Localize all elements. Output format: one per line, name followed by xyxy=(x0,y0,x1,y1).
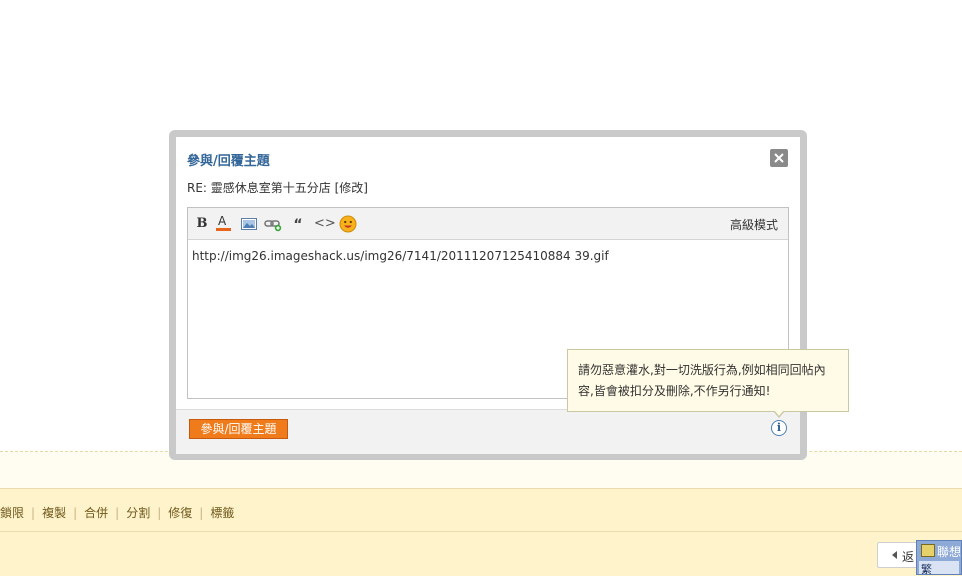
insert-image-button[interactable] xyxy=(240,215,258,233)
editor-toolbar: B A “ <> 高級模式 xyxy=(188,208,788,240)
quote-button[interactable]: “ xyxy=(289,215,307,233)
separator: | xyxy=(115,506,120,520)
separator: | xyxy=(157,506,162,520)
advanced-mode-link[interactable]: 高級模式 xyxy=(730,216,778,233)
ime-label: 聯想 xyxy=(937,545,962,559)
info-icon[interactable]: i xyxy=(771,420,787,436)
reply-subject: RE: 靈感休息室第十五分店 [修改] xyxy=(187,181,368,195)
tooltip-pointer-fill xyxy=(774,410,784,416)
separator: | xyxy=(199,506,204,520)
dialog-title: 參與/回覆主題 xyxy=(187,154,270,169)
mod-link-copy[interactable]: 複製 xyxy=(42,506,66,520)
submit-reply-button[interactable]: 參與/回覆主題 xyxy=(189,419,288,439)
arrow-left-icon xyxy=(892,551,897,559)
separator: | xyxy=(73,506,78,520)
posting-rules-tooltip: 請勿惡意灌水,對一切洗版行為,例如相同回帖內容,皆會被扣分及刪除,不作另行通知! xyxy=(567,349,849,412)
close-icon xyxy=(774,153,784,163)
ime-toolbar[interactable]: 聯想 繁 xyxy=(916,540,962,575)
mod-link-lock[interactable]: 鎖限 xyxy=(0,506,24,520)
ime-icon xyxy=(921,544,935,557)
mod-link-merge[interactable]: 合併 xyxy=(84,506,108,520)
link-icon xyxy=(264,220,282,232)
mod-link-tags[interactable]: 標籤 xyxy=(210,506,234,520)
smiley-button[interactable] xyxy=(339,215,357,233)
code-button[interactable]: <> xyxy=(314,215,336,233)
mod-link-repair[interactable]: 修復 xyxy=(168,506,192,520)
moderation-links: 鎖限 | 複製 | 合併 | 分割 | 修復 | 標籤 xyxy=(0,504,234,520)
mod-link-split[interactable]: 分割 xyxy=(126,506,150,520)
color-swatch xyxy=(216,228,231,231)
ime-mode[interactable]: 繁 xyxy=(919,561,959,574)
separator: | xyxy=(31,506,36,520)
font-color-button[interactable]: A xyxy=(215,214,233,233)
close-button[interactable] xyxy=(770,149,788,167)
bold-button[interactable]: B xyxy=(193,215,211,233)
image-icon xyxy=(241,218,257,230)
insert-link-button[interactable] xyxy=(264,215,282,233)
divider xyxy=(0,531,962,532)
back-button-label: 返 xyxy=(902,550,915,564)
dialog-footer: 參與/回覆主題 i xyxy=(176,409,800,454)
moderation-bar: 鎖限 | 複製 | 合併 | 分割 | 修復 | 標籤 xyxy=(0,488,962,576)
font-color-icon: A xyxy=(218,214,227,228)
smiley-icon xyxy=(339,215,357,233)
